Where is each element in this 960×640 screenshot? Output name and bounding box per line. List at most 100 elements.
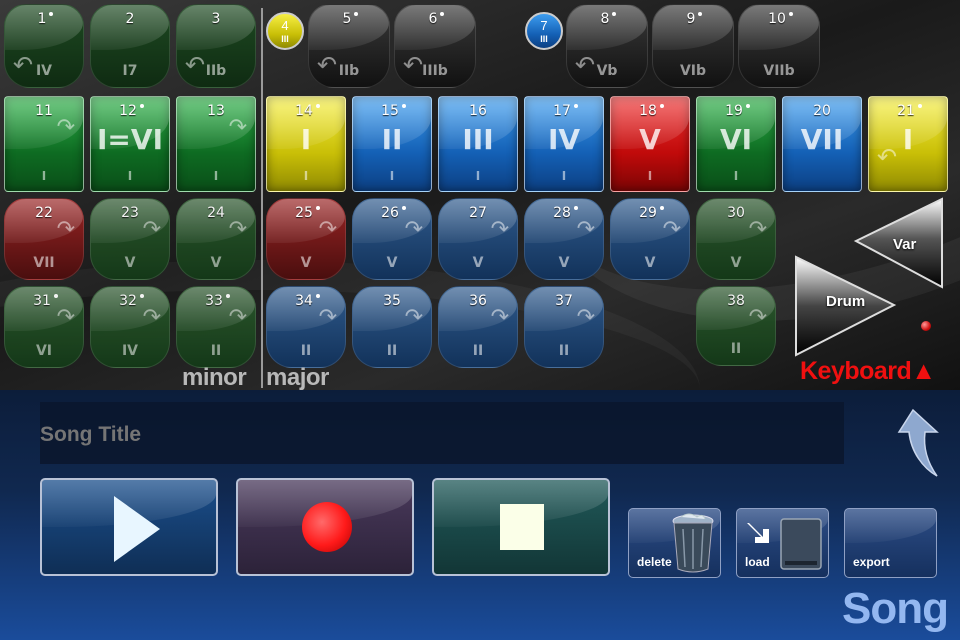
pad-degree-label: V xyxy=(730,255,742,271)
chord-pad-4[interactable]: 4 III xyxy=(266,12,304,50)
load-button[interactable]: load xyxy=(736,508,829,578)
pad-number: 17 xyxy=(525,103,603,119)
pad-degree-label: III xyxy=(281,34,289,44)
chord-pad-25[interactable]: 25 V ↷ xyxy=(266,198,346,280)
pad-degree-label: II xyxy=(210,343,222,359)
chord-pad-2[interactable]: 2 I7 xyxy=(90,4,170,88)
pad-degree-label: V xyxy=(210,255,222,271)
chord-pad-31[interactable]: 31 VI ↷ xyxy=(4,286,84,368)
chord-pad-29[interactable]: 29 V ↷ xyxy=(610,198,690,280)
pad-number: 4 xyxy=(281,18,289,33)
pad-number: 16 xyxy=(469,103,487,119)
pad-degree-label: II xyxy=(300,343,312,359)
pad-degree-label: VIIb xyxy=(763,63,795,79)
delete-label: delete xyxy=(637,555,672,569)
chord-pad-21[interactable]: 21 I ↶ xyxy=(868,96,948,192)
chord-pad-28[interactable]: 28 V ↷ xyxy=(524,198,604,280)
chord-pad-11[interactable]: 11 I ↷ xyxy=(4,96,84,192)
chord-pad-15[interactable]: 15 II I xyxy=(352,96,432,192)
chord-pad-14[interactable]: 14 I I xyxy=(266,96,346,192)
pad-degree-label: II xyxy=(730,341,742,357)
chord-pad-8[interactable]: 8 Vb ↶ xyxy=(566,4,648,88)
curve-right-arrow-icon: ↷ xyxy=(228,217,247,242)
chord-pad-1[interactable]: 1 IV ↶ xyxy=(4,4,84,88)
curve-left-arrow-icon: ↶ xyxy=(403,51,424,79)
song-title-input[interactable] xyxy=(40,422,844,448)
back-arrow-icon[interactable] xyxy=(893,402,953,482)
curve-right-arrow-icon: ↷ xyxy=(56,305,75,330)
pad-number: 5 xyxy=(309,11,389,27)
pad-degree-label: II xyxy=(386,343,398,359)
pad-degree-label: V xyxy=(472,255,484,271)
pad-degree-label: V xyxy=(386,255,398,271)
chord-pad-17[interactable]: 17 IV I xyxy=(524,96,604,192)
chord-pad-13[interactable]: 13 I ↷ xyxy=(176,96,256,192)
pad-number: 2 xyxy=(125,11,135,27)
pad-number: 3 xyxy=(211,11,221,27)
pad-chord-label: VII xyxy=(800,123,844,156)
chord-pad-33[interactable]: 33 II ↷ xyxy=(176,286,256,368)
pad-number: 21 xyxy=(869,103,947,119)
chord-pad-5[interactable]: 5 IIb ↶ xyxy=(308,4,390,88)
pad-number: 20 xyxy=(813,103,831,119)
pad-degree-label: I xyxy=(647,169,653,183)
chord-pad-35[interactable]: 35 II ↷ xyxy=(352,286,432,368)
chord-pad-19[interactable]: 19 VI I xyxy=(696,96,776,192)
pad-chord-label: III xyxy=(462,123,494,156)
hard-drive-icon xyxy=(780,518,822,570)
song-title-field[interactable] xyxy=(40,402,844,464)
chord-pad-10[interactable]: 10 VIIb xyxy=(738,4,820,88)
stop-button[interactable] xyxy=(432,478,610,576)
pad-degree-label: V xyxy=(300,255,312,271)
record-button[interactable] xyxy=(236,478,414,576)
chord-pad-3[interactable]: 3 IIb ↶ xyxy=(176,4,256,88)
export-button[interactable]: export xyxy=(844,508,937,578)
pad-number: 12 xyxy=(91,103,169,119)
chord-pad-30[interactable]: 30 V ↷ xyxy=(696,198,776,280)
keyboard-mode-label[interactable]: Keyboard▲ xyxy=(800,357,936,386)
play-icon xyxy=(114,496,160,562)
chord-pad-22[interactable]: 22 VII ↷ xyxy=(4,198,84,280)
chord-pad-32[interactable]: 32 IV ↷ xyxy=(90,286,170,368)
curve-right-arrow-icon: ↷ xyxy=(228,115,247,140)
export-label: export xyxy=(853,555,890,569)
pad-number: 14 xyxy=(267,103,345,119)
pad-degree-label: I xyxy=(733,169,739,183)
minor-major-divider xyxy=(261,8,263,388)
chord-pad-6[interactable]: 6 IIIb ↶ xyxy=(394,4,476,88)
pad-degree-label: I xyxy=(41,169,47,183)
chord-pad-7[interactable]: 7 III xyxy=(525,12,563,50)
pad-number: 1 xyxy=(5,11,83,27)
chord-pad-20[interactable]: 20 VII xyxy=(782,96,862,192)
chord-pad-36[interactable]: 36 II ↷ xyxy=(438,286,518,368)
chord-pad-27[interactable]: 27 V ↷ xyxy=(438,198,518,280)
chord-pad-24[interactable]: 24 V ↷ xyxy=(176,198,256,280)
chord-pad-26[interactable]: 26 V ↷ xyxy=(352,198,432,280)
pad-degree-label: I xyxy=(303,169,309,183)
pad-number: 19 xyxy=(697,103,775,119)
delete-button[interactable]: delete xyxy=(628,508,721,578)
pad-degree-label: VI xyxy=(35,343,53,359)
chord-pad-34[interactable]: 34 II ↷ xyxy=(266,286,346,368)
chord-pad-16[interactable]: 16 III I xyxy=(438,96,518,192)
chord-pad-37[interactable]: 37 II ↷ xyxy=(524,286,604,368)
play-button[interactable] xyxy=(40,478,218,576)
curve-right-arrow-icon: ↷ xyxy=(404,305,423,330)
song-panel: delete load export Song xyxy=(0,390,960,640)
curve-right-arrow-icon: ↷ xyxy=(56,115,75,140)
curve-right-arrow-icon: ↷ xyxy=(748,217,767,242)
chord-pad-9[interactable]: 9 VIb xyxy=(652,4,734,88)
pad-chord-label: VI xyxy=(719,123,753,156)
pad-degree-label: V xyxy=(644,255,656,271)
pad-degree-label: II xyxy=(472,343,484,359)
pad-degree-label: VIb xyxy=(679,63,707,79)
pad-degree-label: II xyxy=(558,343,570,359)
chord-pad-38[interactable]: 38 II ↷ xyxy=(696,286,776,366)
curve-right-arrow-icon: ↷ xyxy=(404,217,423,242)
chord-pad-18[interactable]: 18 V I xyxy=(610,96,690,192)
chord-pad-23[interactable]: 23 V ↷ xyxy=(90,198,170,280)
chord-pad-12[interactable]: 12 I=VI I xyxy=(90,96,170,192)
curve-right-arrow-icon: ↷ xyxy=(576,217,595,242)
curve-right-arrow-icon: ↷ xyxy=(490,305,509,330)
curve-left-arrow-icon: ↶ xyxy=(317,51,338,79)
